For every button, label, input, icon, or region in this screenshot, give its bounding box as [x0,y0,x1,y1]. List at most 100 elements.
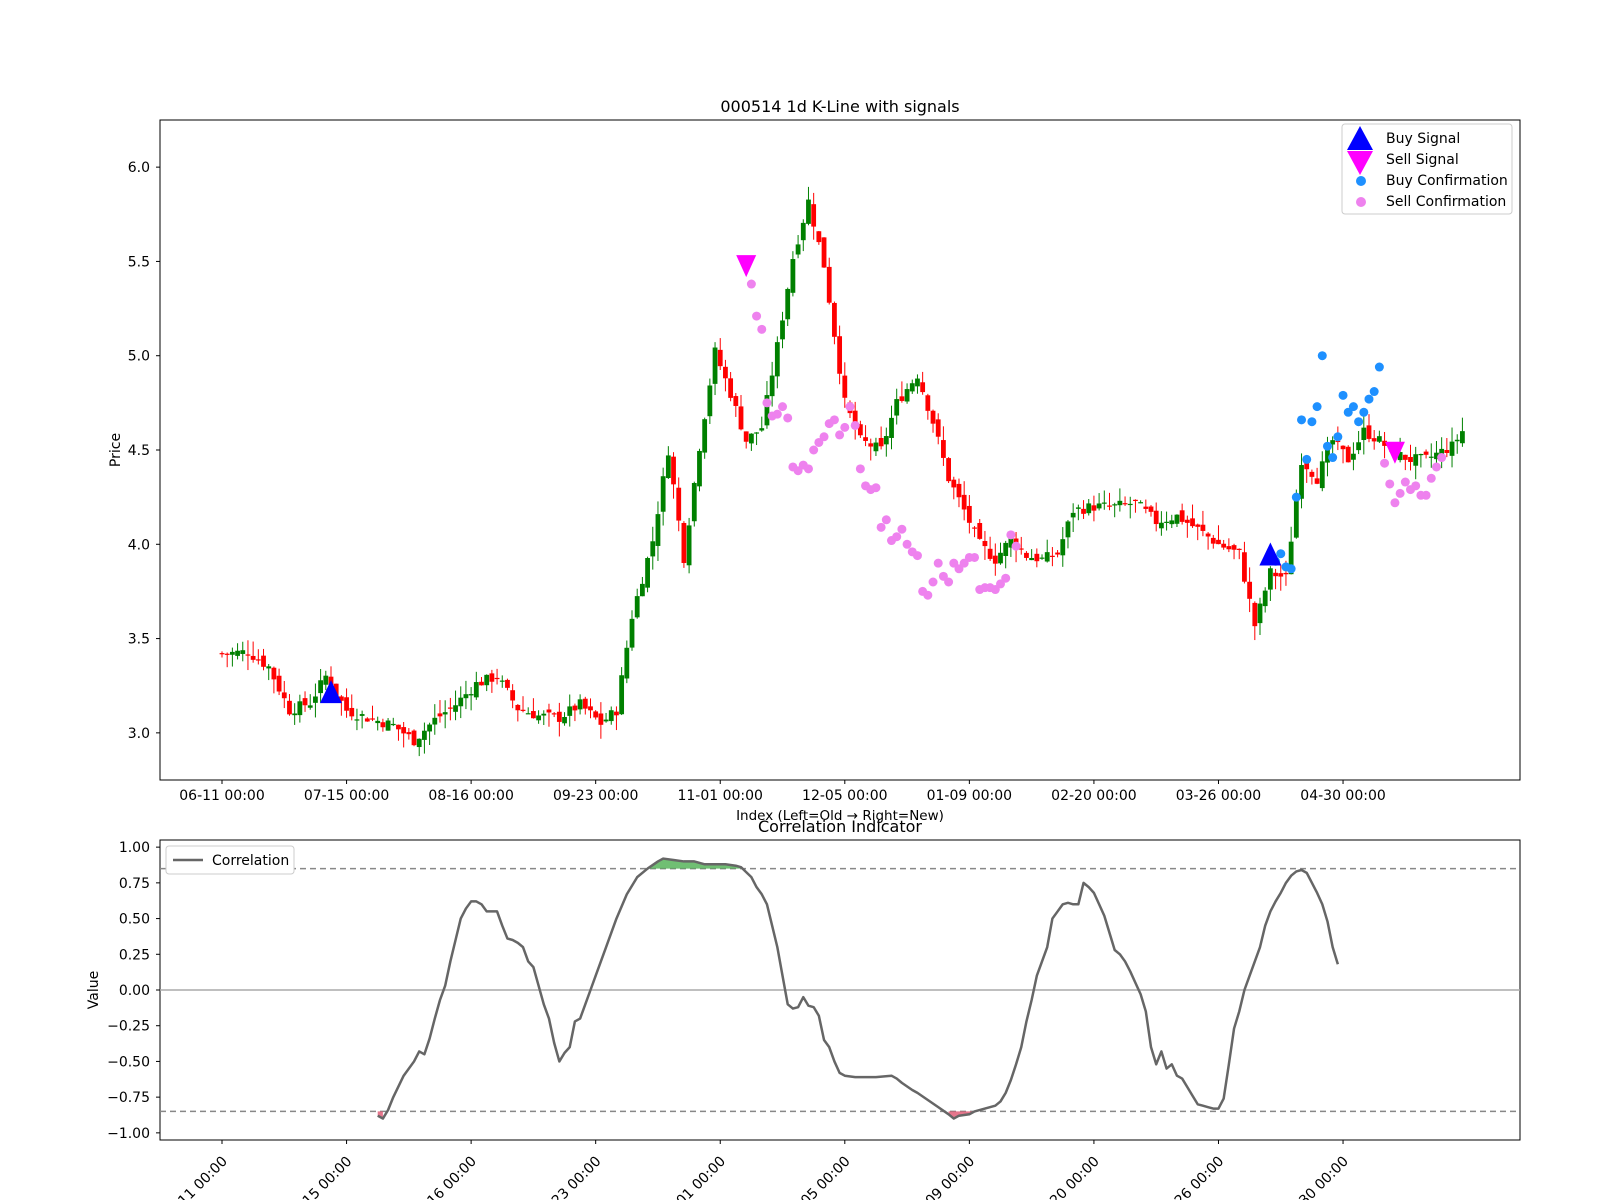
candle-down [1278,573,1284,577]
buy-confirmation-legend-marker [1356,176,1366,186]
candle-up [1356,442,1362,451]
candle-down [1055,552,1060,555]
candle-down [1034,553,1040,562]
candle-up [1460,431,1465,444]
candle-down [977,522,983,539]
sell-confirmation-point [752,311,762,321]
buy-confirmation-point [1312,402,1322,412]
candle-down [1081,508,1086,514]
correlation-x-tick-label: 02-20 00:00 [1031,1154,1103,1200]
candle-down [671,456,676,485]
candle-up [894,399,900,416]
candle-up [748,433,754,444]
candle-up [432,717,438,725]
candle-up [634,596,640,618]
correlation-y-axis: −1.00 −0.75 −0.50 −0.25 0.00 0.25 0.50 0.75 1.00 [107,840,160,1142]
candle-down [1231,545,1237,550]
sell-confirmation-point [772,409,782,419]
candle-up [484,674,490,686]
correlation-x-tick-label: 03-26 00:00 [1156,1154,1228,1200]
candle-down [1345,446,1351,463]
sell-confirmation-point [1390,498,1400,508]
candle-down [717,349,723,367]
sell-confirmation-point [845,402,855,412]
candle-up [453,705,458,712]
candle-down [987,548,993,559]
candle-down [598,713,604,725]
candle-down [572,705,578,711]
sell-confirmation-point [1437,453,1447,463]
buy-confirmation-point [1302,454,1312,464]
kline-x-tick-label: 04-30 00:00 [1300,788,1385,804]
candle-up [873,442,879,452]
candle-down [992,555,998,564]
sell-confirmation-point [923,590,933,600]
sell-confirmation-point [762,398,772,408]
candle-down [878,437,884,447]
candle-up [629,618,635,648]
candle-down [1366,425,1372,439]
candle-up [240,650,246,654]
correlation-x-tick-label: 09-23 00:00 [533,1154,605,1200]
kline-y-tick-label: 4.5 [128,443,150,459]
candle-up [712,347,718,384]
candle-up [785,288,791,320]
candle-up [1293,499,1299,538]
candle-up [909,383,915,392]
candle-down [899,396,905,401]
correlation-y-tick-label: 0.50 [119,912,150,928]
sell-confirmation-point [881,515,891,525]
candle-down [982,540,988,547]
buy-confirmation-point [1328,453,1338,463]
candle-up [800,222,806,241]
candle-down [224,653,230,655]
candle-down [733,396,739,406]
candle-down [1408,456,1413,462]
candle-up [1257,603,1263,624]
candle-down [1143,506,1149,509]
candle-up [889,417,894,438]
candle-up [442,712,448,715]
candle-up [1413,454,1419,466]
candle-up [1003,542,1009,556]
buy-confirmation-point [1338,390,1348,400]
candle-down [1210,537,1216,544]
correlation-y-tick-label: 1.00 [119,840,150,856]
candle-down [816,231,822,243]
buy-confirmation-point [1333,432,1343,442]
candle-down [723,366,728,379]
candle-up [1096,503,1102,509]
candle-up [1044,552,1050,562]
candle-up [603,719,609,722]
candle-up [235,650,240,656]
sell-confirmation-point [933,558,943,568]
candle-down [1247,581,1253,599]
candle-down [738,406,744,430]
candle-up [307,705,313,708]
candle-up [665,455,671,479]
candle-up [416,738,422,748]
candle-down [1314,478,1320,484]
candle-up [790,259,796,293]
sell-confirmation-point [778,402,788,412]
correlation-x-tick-label: 06-11 00:00 [159,1154,231,1200]
candle-up [536,715,541,721]
candle-up [780,320,785,340]
candle-down [520,709,526,711]
correlation-y-tick-label: −1.00 [107,1126,150,1142]
candle-down [349,707,355,717]
candle-up [883,436,889,445]
candle-down [868,443,874,447]
candle-up [1117,500,1123,506]
candle-down [510,690,516,701]
sell-confirmation-point [1400,477,1410,487]
correlation-x-tick-label: 08-16 00:00 [408,1154,480,1200]
kline-x-tick-label: 12-05 00:00 [802,788,887,804]
candle-down [832,302,837,337]
candle-down [411,730,417,746]
sell-confirmation-point [871,483,881,493]
candle-down [1226,546,1232,550]
candle-down [743,431,749,442]
candle-up [1158,522,1164,529]
candle-down [842,375,848,398]
